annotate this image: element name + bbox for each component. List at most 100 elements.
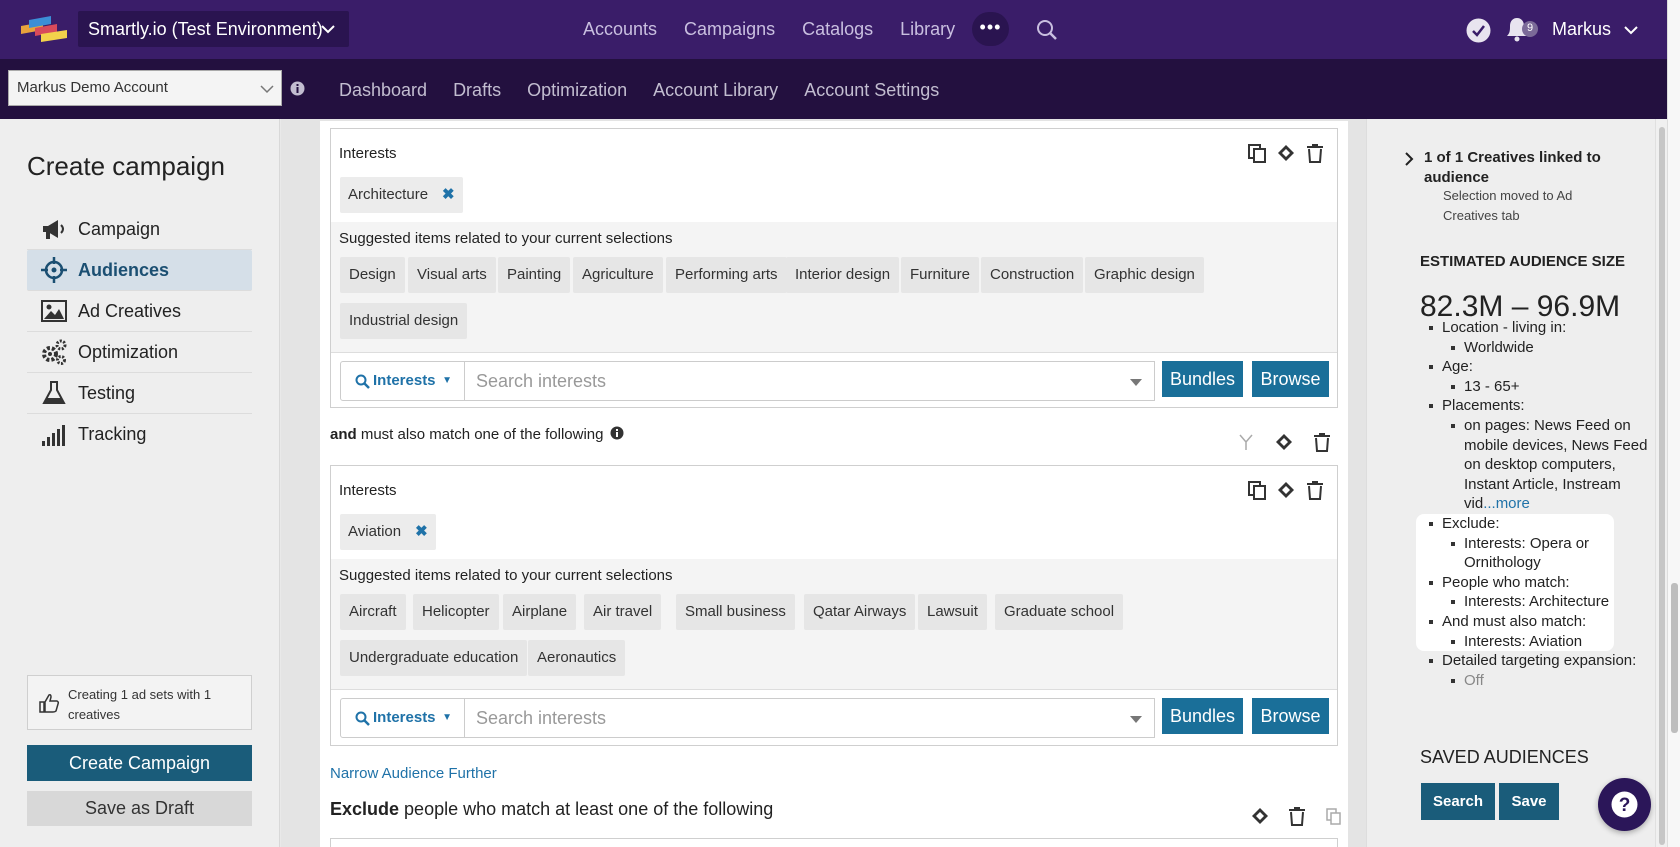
search-type-dropdown[interactable]: Interests ▼ xyxy=(340,361,465,401)
account-selector[interactable]: Markus Demo Account xyxy=(8,70,282,106)
summary-subitem: Off xyxy=(1420,671,1650,691)
info-icon[interactable] xyxy=(290,81,305,96)
eraser-icon[interactable] xyxy=(1250,806,1270,826)
search-type-dropdown[interactable]: Interests ▼ xyxy=(340,698,465,738)
merge-icon[interactable] xyxy=(1236,432,1256,452)
gears-icon xyxy=(42,339,67,365)
suggestion-chip[interactable]: Undergraduate education xyxy=(340,640,528,676)
subnav-optimization[interactable]: Optimization xyxy=(527,80,627,101)
creatives-linked-toggle[interactable]: 1 of 1 Creatives linked to audience xyxy=(1405,148,1609,188)
step-campaign[interactable]: Campaign xyxy=(27,209,252,250)
subnav-dashboard[interactable]: Dashboard xyxy=(339,80,427,101)
bundles-button[interactable]: Bundles xyxy=(1162,361,1243,397)
step-ad-creatives[interactable]: Ad Creatives xyxy=(27,291,252,332)
user-menu[interactable]: Markus xyxy=(1552,19,1638,40)
help-chat-icon: ? xyxy=(1611,791,1638,818)
interest-search-input[interactable]: Search interests xyxy=(465,698,1155,738)
suggestion-chip[interactable]: Visual arts xyxy=(408,257,496,293)
chevron-down-icon xyxy=(1624,26,1638,35)
bundles-button[interactable]: Bundles xyxy=(1162,698,1243,734)
save-audience-button[interactable]: Save xyxy=(1499,783,1559,820)
suggestion-chip[interactable]: Furniture xyxy=(901,257,980,293)
environment-selector[interactable]: Smartly.io (Test Environment) xyxy=(78,11,349,47)
suggestion-chip[interactable]: Performing arts xyxy=(666,257,787,293)
browse-button[interactable]: Browse xyxy=(1252,698,1329,734)
suggestion-chip[interactable]: Airplane xyxy=(503,594,577,630)
page-scrollbar[interactable] xyxy=(1667,0,1680,847)
scrollbar-thumb[interactable] xyxy=(1659,127,1665,845)
suggestion-chip[interactable]: Qatar Airways xyxy=(804,594,916,630)
subnav-account-library[interactable]: Account Library xyxy=(653,80,778,101)
suggestion-chip[interactable]: Aircraft xyxy=(340,594,406,630)
trash-icon[interactable] xyxy=(1305,143,1325,163)
step-label: Tracking xyxy=(78,424,147,444)
suggestion-chip[interactable]: Painting xyxy=(498,257,571,293)
remove-tag-icon[interactable]: ✖ xyxy=(415,523,428,540)
notification-count: 9 xyxy=(1526,22,1534,34)
eraser-icon[interactable] xyxy=(1276,480,1296,500)
interest-search-row: Interests ▼ Search interests Bundles Brow… xyxy=(331,689,1337,745)
copy-icon[interactable] xyxy=(1247,480,1267,500)
show-more-link[interactable]: ...more xyxy=(1483,495,1530,512)
user-name: Markus xyxy=(1552,19,1612,39)
nav-catalogs[interactable]: Catalogs xyxy=(802,19,873,40)
search-audiences-button[interactable]: Search xyxy=(1421,783,1495,820)
suggestion-chip[interactable]: Aeronautics xyxy=(528,640,626,676)
smartly-logo[interactable] xyxy=(21,16,67,42)
step-label: Testing xyxy=(78,382,136,403)
step-testing[interactable]: Testing xyxy=(27,373,252,414)
step-label: Audiences xyxy=(78,259,170,280)
trash-icon[interactable] xyxy=(1305,480,1325,500)
suggestion-chip[interactable]: Design xyxy=(340,257,405,293)
summary-item: Placements: xyxy=(1420,396,1650,416)
subnav-account-settings[interactable]: Account Settings xyxy=(804,80,939,101)
suggestion-chip[interactable]: Air travel xyxy=(584,594,662,630)
step-audiences[interactable]: Audiences xyxy=(27,250,252,291)
interest-search-input[interactable]: Search interests xyxy=(465,361,1155,401)
trash-icon[interactable] xyxy=(1287,806,1307,826)
suggestion-chip[interactable]: Interior design xyxy=(786,257,900,293)
scrollbar-thumb[interactable] xyxy=(1671,583,1678,733)
copy-icon[interactable] xyxy=(1247,143,1267,163)
more-menu-button[interactable]: ••• xyxy=(972,12,1009,46)
suggestion-chip[interactable]: Industrial design xyxy=(340,303,468,339)
nav-campaigns[interactable]: Campaigns xyxy=(684,19,775,40)
thumbs-up-icon xyxy=(39,694,60,713)
trash-icon[interactable] xyxy=(1312,432,1332,452)
save-draft-button[interactable]: Save as Draft xyxy=(27,791,252,826)
nav-accounts[interactable]: Accounts xyxy=(583,19,657,40)
image-icon xyxy=(41,300,67,322)
help-button[interactable]: ? xyxy=(1598,778,1651,831)
nav-library[interactable]: Library xyxy=(900,19,955,40)
subnav-drafts[interactable]: Drafts xyxy=(453,80,501,101)
eraser-icon[interactable] xyxy=(1276,143,1296,163)
exclude-heading: Exclude people who match at least one of… xyxy=(330,799,773,820)
narrow-audience-link[interactable]: Narrow Audience Further xyxy=(330,765,497,782)
step-label: Campaign xyxy=(78,218,161,239)
estimated-size-label: ESTIMATED AUDIENCE SIZE xyxy=(1420,253,1626,270)
create-campaign-button[interactable]: Create Campaign xyxy=(27,745,252,781)
suggestion-chip[interactable]: Graduate school xyxy=(995,594,1124,630)
suggestion-chip[interactable]: Graphic design xyxy=(1085,257,1204,293)
notifications-bell[interactable]: 9 xyxy=(1504,16,1540,44)
suggestion-chip[interactable]: Helicopter xyxy=(413,594,499,630)
step-optimization[interactable]: Optimization xyxy=(27,332,252,373)
suggestion-chip[interactable]: Lawsuit xyxy=(918,594,987,630)
suggestion-chip[interactable]: Construction xyxy=(981,257,1084,293)
info-icon[interactable] xyxy=(610,426,624,440)
check-circle-icon[interactable] xyxy=(1466,18,1491,43)
panel-scrollbar[interactable] xyxy=(1655,119,1667,847)
interests-box-1: Interests Architecture ✖ Suggested items … xyxy=(330,128,1338,408)
copy-icon[interactable] xyxy=(1324,806,1344,826)
suggestion-chip[interactable]: Agriculture xyxy=(573,257,663,293)
suggestion-chip[interactable]: Small business xyxy=(676,594,795,630)
creatives-linked-text: 1 of 1 Creatives linked to audience xyxy=(1424,149,1601,186)
left-sidebar: Create campaign Campaign Audiences Ad Cr… xyxy=(0,119,280,847)
box-tools xyxy=(1247,143,1325,163)
step-tracking[interactable]: Tracking xyxy=(27,414,252,455)
search-icon[interactable] xyxy=(1036,19,1058,41)
remove-tag-icon[interactable]: ✖ xyxy=(442,186,455,203)
eraser-icon[interactable] xyxy=(1274,432,1294,452)
summary-item: Detailed targeting expansion: xyxy=(1420,651,1650,671)
browse-button[interactable]: Browse xyxy=(1252,361,1329,397)
